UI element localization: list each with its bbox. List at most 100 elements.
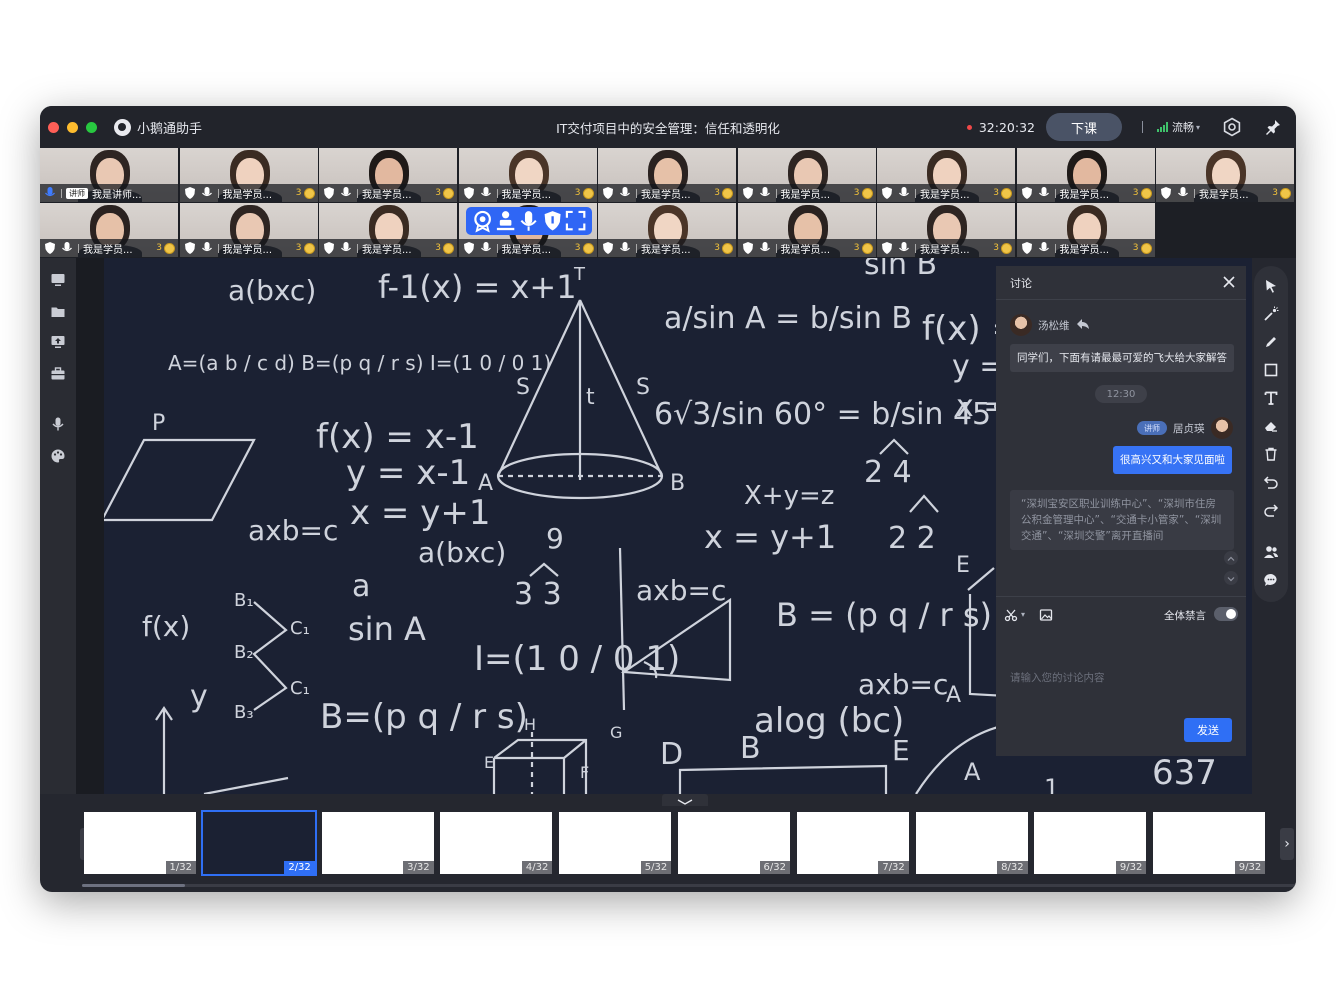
end-class-button[interactable]: 下课 — [1045, 113, 1122, 141]
shield-icon[interactable] — [541, 209, 564, 232]
courseware-icon[interactable] — [50, 272, 66, 288]
undo-icon[interactable] — [1263, 474, 1279, 490]
text-icon[interactable] — [1263, 390, 1279, 406]
participant-tile[interactable]: 我是学员... 3 — [319, 203, 457, 257]
slide-thumbnail[interactable]: 1/32 — [84, 812, 196, 874]
mic-icon[interactable] — [200, 241, 214, 255]
shield-icon[interactable] — [880, 186, 894, 200]
members-icon[interactable] — [1263, 544, 1279, 560]
close-icon[interactable] — [1222, 275, 1236, 289]
shield-icon[interactable] — [322, 186, 336, 200]
shield-icon[interactable] — [183, 241, 197, 255]
shield-icon[interactable] — [462, 186, 476, 200]
redo-icon[interactable] — [1263, 502, 1279, 518]
mute-all-toggle[interactable] — [1214, 607, 1238, 621]
scroll-down-button[interactable] — [1224, 571, 1238, 585]
mic-icon[interactable] — [517, 209, 540, 232]
mic-icon[interactable] — [339, 241, 353, 255]
mic-icon[interactable] — [1037, 241, 1051, 255]
reply-icon[interactable] — [1076, 318, 1090, 330]
participant-tile[interactable]: 我是学员... 3 — [40, 203, 178, 257]
participant-tile[interactable]: 我是学员... 3 — [1156, 148, 1294, 202]
shield-icon[interactable] — [601, 241, 615, 255]
mic-icon[interactable] — [758, 241, 772, 255]
slide-thumbnail[interactable]: 7/32 — [796, 812, 909, 874]
participant-tile[interactable]: 我是学员... 3 — [737, 203, 876, 257]
maximize-window-button[interactable] — [86, 121, 97, 133]
palette-icon[interactable] — [50, 448, 66, 464]
chat-icon[interactable] — [1263, 572, 1279, 588]
microphone-icon[interactable] — [50, 416, 66, 432]
mic-icon[interactable] — [479, 186, 493, 200]
slide-thumbnail[interactable]: 5/32 — [559, 812, 672, 874]
participant-tile[interactable]: 我是学员... 3 — [179, 148, 318, 202]
slide-thumbnail[interactable]: 6/32 — [678, 812, 790, 874]
close-window-button[interactable] — [48, 121, 59, 133]
mic-icon[interactable] — [1176, 186, 1190, 200]
shield-icon[interactable] — [741, 241, 755, 255]
shield-icon[interactable] — [741, 186, 755, 200]
thumbnail-scrollbar[interactable] — [82, 884, 1296, 887]
network-quality[interactable]: 流畅 — [1172, 119, 1194, 135]
slide-thumbnail[interactable]: 8/32 — [915, 812, 1028, 874]
mic-icon[interactable] — [339, 186, 353, 200]
participant-tile[interactable]: 我是学员... 3 — [1016, 148, 1155, 202]
pointer-icon[interactable] — [1263, 278, 1279, 294]
slide-thumbnail[interactable]: 9/32 — [1153, 812, 1266, 874]
mic-icon[interactable] — [618, 186, 632, 200]
scrollbar-thumb[interactable] — [82, 884, 186, 887]
participant-tile[interactable]: 讲师 我是讲师... — [40, 148, 178, 202]
shield-icon[interactable] — [1159, 186, 1173, 200]
mic-icon[interactable] — [1037, 186, 1051, 200]
chevron-down-icon[interactable]: ▾ — [1196, 123, 1200, 132]
eraser-icon[interactable] — [1263, 418, 1279, 434]
shield-icon[interactable] — [183, 186, 197, 200]
pin-icon[interactable] — [1264, 118, 1282, 136]
shield-icon[interactable] — [1020, 186, 1034, 200]
slide-thumbnail[interactable]: 3/32 — [321, 812, 434, 874]
image-icon[interactable] — [1039, 608, 1053, 622]
send-button[interactable]: 发送 — [1184, 718, 1232, 742]
participant-tile[interactable]: 我是学员... 3 — [877, 148, 1015, 202]
folder-icon[interactable] — [50, 304, 66, 320]
shape-icon[interactable] — [1263, 362, 1279, 378]
participant-tile[interactable]: 我是学员... 3 — [458, 148, 597, 202]
mic-active-icon[interactable] — [43, 186, 57, 200]
participant-tile[interactable]: 我是学员... 3 — [319, 148, 457, 202]
participant-tile[interactable]: 我是学员... 3 — [598, 203, 736, 257]
mic-icon[interactable] — [618, 241, 632, 255]
shield-icon[interactable] — [43, 241, 57, 255]
scissors-icon[interactable] — [1004, 608, 1018, 622]
shield-icon[interactable] — [1020, 241, 1034, 255]
toolbox-icon[interactable] — [50, 366, 66, 382]
discussion-input[interactable] — [1010, 648, 1232, 708]
slide-thumbnail[interactable]: 9/32 — [1034, 812, 1147, 874]
mic-icon[interactable] — [60, 241, 74, 255]
mic-icon[interactable] — [200, 186, 214, 200]
laser-icon[interactable] — [1263, 306, 1279, 322]
shield-icon[interactable] — [601, 186, 615, 200]
minimize-window-button[interactable] — [67, 121, 78, 133]
pen-icon[interactable] — [1263, 334, 1279, 350]
participant-tile[interactable]: 我是学员... 3 — [1016, 203, 1155, 257]
chevron-down-icon[interactable]: ▾ — [1021, 610, 1025, 619]
shield-icon[interactable] — [880, 241, 894, 255]
participant-tile[interactable]: 我是学员... 3 — [877, 203, 1015, 257]
shield-icon[interactable] — [462, 241, 476, 255]
shield-icon[interactable] — [322, 241, 336, 255]
mic-icon[interactable] — [897, 241, 911, 255]
stage-icon[interactable] — [494, 209, 517, 232]
next-page-button[interactable]: › — [1280, 828, 1294, 860]
settings-gear-icon[interactable] — [1222, 117, 1242, 137]
participant-tile[interactable]: 我是学员... 3 — [737, 148, 876, 202]
participant-tile[interactable]: 我是学员... 3 — [598, 148, 736, 202]
fullscreen-icon[interactable] — [564, 209, 587, 232]
scroll-up-button[interactable] — [1224, 551, 1238, 565]
award-icon[interactable] — [471, 209, 494, 233]
mic-icon[interactable] — [758, 186, 772, 200]
participant-tile[interactable]: 我是学员... 3 — [179, 203, 318, 257]
screen-share-icon[interactable] — [50, 334, 66, 350]
trash-icon[interactable] — [1263, 446, 1279, 462]
slide-thumbnail[interactable]: 4/32 — [440, 812, 553, 874]
mic-icon[interactable] — [897, 186, 911, 200]
